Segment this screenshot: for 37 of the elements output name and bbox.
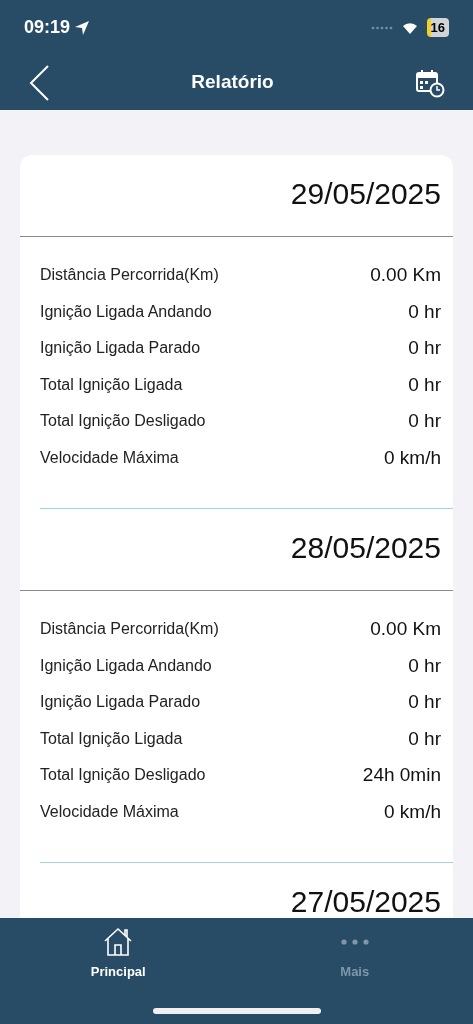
- metric-value: 0 hr: [408, 409, 441, 433]
- metric-label: Velocidade Máxima: [40, 447, 179, 468]
- report-date: 27/05/2025: [290, 884, 441, 918]
- screen-title: Relatório: [191, 70, 274, 95]
- metric-value: 0 hr: [408, 726, 441, 751]
- status-time: 09:19: [24, 16, 71, 39]
- location-arrow-icon: [74, 19, 91, 36]
- metric-label: Distância Percorrida(Km): [40, 265, 219, 286]
- metric-label: Ignição Ligada Parado: [40, 338, 201, 359]
- report-date: 29/05/2025: [290, 176, 441, 212]
- metric-value: 0.00 Km: [370, 617, 441, 641]
- metric-label: Ignição Ligada Andando: [40, 301, 212, 322]
- back-icon[interactable]: [28, 63, 50, 102]
- more-icon: [340, 939, 369, 945]
- metric-value: 0 hr: [408, 690, 441, 714]
- metric-label: Total Ignição Desligado: [40, 411, 206, 432]
- metric-label: Total Ignição Ligada: [40, 728, 183, 749]
- battery-indicator: 16: [426, 17, 449, 38]
- wifi-icon: [400, 20, 419, 35]
- metric-label: Total Ignição Ligada: [40, 374, 183, 395]
- metric-value: 24h 0min: [362, 763, 441, 787]
- metric-label: Ignição Ligada Andando: [40, 655, 212, 676]
- metric-value: 0 km/h: [383, 445, 441, 470]
- calendar-clock-icon[interactable]: [415, 67, 445, 98]
- report-date: 28/05/2025: [290, 530, 441, 566]
- metric-label: Total Ignição Desligado: [40, 765, 206, 786]
- metric-value: 0 hr: [408, 336, 441, 360]
- metric-label: Distância Percorrida(Km): [40, 619, 219, 640]
- metric-value: 0 hr: [408, 372, 441, 397]
- metric-label: Velocidade Máxima: [40, 801, 179, 822]
- metric-value: 0 hr: [408, 653, 441, 678]
- metric-value: 0.00 Km: [370, 263, 441, 287]
- metric-label: Ignição Ligada Parado: [40, 692, 201, 713]
- metric-value: 0 hr: [408, 299, 441, 324]
- metric-value: 0 km/h: [383, 799, 441, 824]
- signal-icon: [370, 24, 393, 31]
- tab-item[interactable]: Principal: [0, 918, 237, 982]
